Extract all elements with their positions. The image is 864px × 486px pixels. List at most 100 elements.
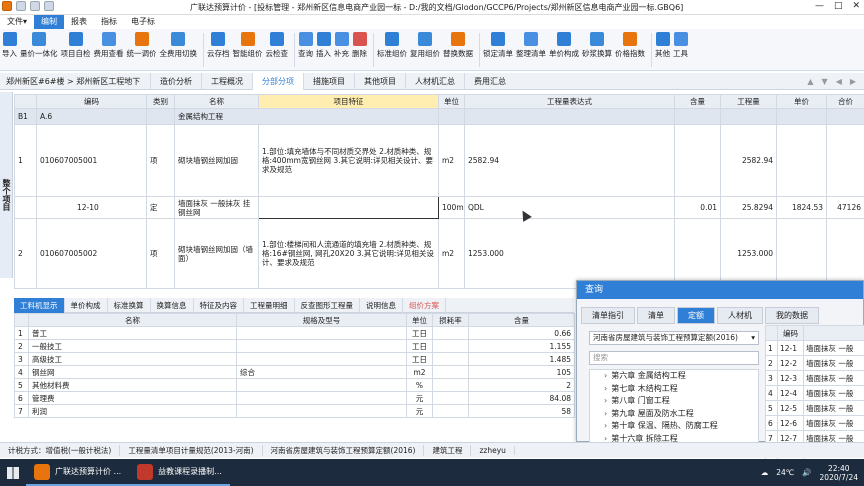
resource-cell[interactable] [236,404,407,418]
row-code[interactable]: 010607005001 [36,124,147,197]
resource-cell[interactable]: 0.66 [468,326,575,340]
ribbon-button-17[interactable]: 整理清单 [516,29,546,69]
resource-cell[interactable]: 1.485 [468,352,575,366]
row-expression[interactable]: 1253.000 [464,218,675,289]
col-unit-price[interactable]: 单价 [776,94,827,109]
row-feature[interactable]: 1.部位:楼梯间和人流通道的填充墙 2.材质种类、规格:16#钢丝网, 网孔20… [258,218,439,289]
resource-cell[interactable] [236,326,407,340]
redo-icon[interactable] [44,1,54,11]
resource-cell[interactable]: 105 [468,365,575,379]
ribbon-button-7[interactable]: 智能组价 [233,29,263,69]
tab-measures[interactable]: 措施项目 [303,72,354,90]
chapter-node[interactable]: 第九章 屋面及防水工程 [590,408,758,421]
arrow-left-icon[interactable]: ◀ [836,77,842,86]
arrow-down-icon[interactable]: ▼ [822,77,828,86]
resource-cell[interactable]: 管理费 [28,391,237,405]
chapter-node[interactable]: 第六章 金属结构工程 [590,370,758,383]
resource-cell[interactable] [432,339,469,353]
query-panel-title[interactable]: 查询 [577,281,863,299]
ribbon-button-1[interactable]: 量价一体化 [20,29,58,69]
col-total[interactable]: 合价 [826,94,864,109]
chapter-node[interactable]: 第八章 门窗工程 [590,395,758,408]
row-name[interactable]: 砌块墙钢丝网加固（墙面） [174,218,259,289]
taskbar-app-recorder[interactable]: 益教课程录播制... [129,459,230,486]
tab-divisional-items[interactable]: 分部分项 [252,72,303,90]
tab-reverse-quantity[interactable]: 反查图形工程量 [295,298,360,313]
undo-icon[interactable] [30,1,40,11]
quota-row[interactable]: 5 12-5 墙面抹灰 一般 [765,400,864,416]
save-icon[interactable] [16,1,26,11]
menu-report[interactable]: 报表 [64,15,94,29]
row-expression[interactable]: 2582.94 [464,124,675,197]
ribbon-button-3[interactable]: 费用查看 [94,29,124,69]
col-spec[interactable]: 规格及型号 [236,313,407,327]
query-tab-quota[interactable]: 定额 [677,307,715,324]
chapter-node[interactable]: 第十章 保温、隔热、防腐工程 [590,420,758,433]
taskbar-app-glodon[interactable]: 广联达预算计价 ... [26,459,130,486]
row-code[interactable]: 12-10 [36,196,147,219]
resource-cell[interactable]: 综合 [236,365,407,379]
resource-cell[interactable]: 工日 [406,339,433,353]
ribbon-button-11[interactable]: 补充 [334,29,349,69]
col-expression[interactable]: 工程量表达式 [464,94,675,109]
resource-cell[interactable] [432,378,469,392]
quota-row[interactable]: 1 12-1 墙面抹灰 一般 [765,340,864,356]
resource-cell[interactable] [432,404,469,418]
maximize-button[interactable]: □ [834,1,843,11]
resource-cell[interactable]: 一般技工 [28,339,237,353]
row-code[interactable]: 010607005002 [36,218,147,289]
col-quota-code[interactable]: 编码 [777,325,804,341]
tab-other-items[interactable]: 其他项目 [354,72,405,90]
resource-cell[interactable] [236,339,407,353]
resource-cell[interactable]: 普工 [28,326,237,340]
resource-cell[interactable]: 高级技工 [28,352,237,366]
col-quantity[interactable]: 工程量 [720,94,777,109]
ribbon-button-2[interactable]: 项目自检 [61,29,91,69]
arrow-right-icon[interactable]: ▶ [850,77,856,86]
ribbon-button-13[interactable]: 标准组价 [377,29,407,69]
resource-cell[interactable]: 元 [406,404,433,418]
ribbon-button-8[interactable]: 云检查 [266,29,288,69]
ribbon-button-12[interactable]: 删除 [352,29,367,69]
tab-description[interactable]: 说明信息 [360,298,403,313]
col-code[interactable]: 编码 [36,94,147,109]
col-type[interactable]: 类别 [146,94,175,109]
row-feature[interactable]: 1.部位:填充墙体与不同材质交界处 2.材质种类、规格:400mm宽钢丝网 3.… [258,124,439,197]
ribbon-button-15[interactable]: 替换数据 [443,29,473,69]
resource-row[interactable]: 1 普工 工日 0.66 [14,326,575,340]
tab-labor-material-summary[interactable]: 人材机汇总 [405,72,464,90]
menu-index[interactable]: 指标 [94,15,124,29]
col-content[interactable]: 含量 [674,94,721,109]
ribbon-button-0[interactable]: 导入 [2,29,17,69]
tab-labor-material-display[interactable]: 工料机显示 [14,298,65,313]
col-unit[interactable]: 单位 [438,94,465,109]
query-tab-list[interactable]: 清单 [637,307,675,324]
tab-conversion-info[interactable]: 换算信息 [151,298,194,313]
ribbon-button-6[interactable]: 云存档 [207,29,230,69]
menu-e-bid[interactable]: 电子标 [124,15,162,29]
quota-standard-select[interactable]: 河南省房屋建筑与装饰工程预算定额(2016) ▾ [589,331,759,345]
ribbon-button-4[interactable]: 统一调价 [127,29,157,69]
col-resource-name[interactable]: 名称 [28,313,237,327]
tab-fee-summary[interactable]: 费用汇总 [464,72,515,90]
quota-row[interactable]: 4 12-4 墙面抹灰 一般 [765,385,864,401]
table-row[interactable]: 2 010607005002 项 砌块墙钢丝网加固（墙面） 1.部位:楼梯间和人… [14,218,864,289]
ribbon-button-19[interactable]: 砂浆换算 [582,29,612,69]
resource-cell[interactable] [432,326,469,340]
tab-project-overview[interactable]: 工程概况 [201,72,252,90]
resource-row[interactable]: 4 钢丝网 综合 m2 105 [14,365,575,379]
resource-cell[interactable] [236,378,407,392]
resource-cell[interactable] [236,391,407,405]
ribbon-button-22[interactable]: 工具 [673,29,688,69]
resource-cell[interactable]: 工日 [406,352,433,366]
resource-cell[interactable]: % [406,378,433,392]
col-name[interactable]: 名称 [174,94,259,109]
section-row[interactable]: B1 A.6 金属结构工程 [14,108,864,125]
quota-row[interactable]: 3 12-3 墙面抹灰 一般 [765,370,864,386]
table-row[interactable]: 1 010607005001 项 砌块墙钢丝网加固 1.部位:填充墙体与不同材质… [14,124,864,197]
menu-file[interactable]: 文件▾ [0,15,34,29]
arrow-up-icon[interactable]: ▲ [807,77,813,86]
resource-cell[interactable] [432,391,469,405]
ribbon-button-18[interactable]: 单价构成 [549,29,579,69]
resource-cell[interactable]: 利润 [28,404,237,418]
